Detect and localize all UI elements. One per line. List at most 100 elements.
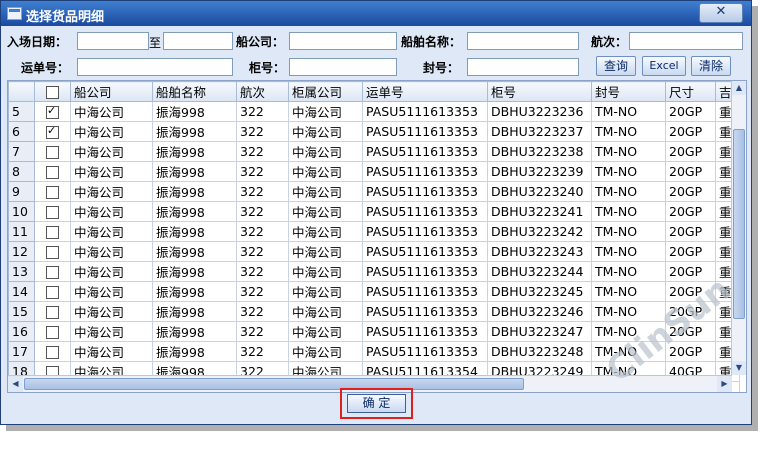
- query-button[interactable]: 查询: [596, 56, 636, 76]
- row-checkbox[interactable]: [46, 346, 59, 359]
- row-select-cell[interactable]: [34, 181, 71, 202]
- seal-cell: TM-NO: [591, 161, 666, 182]
- seal-cell: TM-NO: [591, 241, 666, 262]
- row-select-cell[interactable]: [34, 241, 71, 262]
- owner-company-cell: 中海公司: [288, 341, 363, 362]
- scroll-up-icon[interactable]: ▲: [732, 81, 746, 95]
- row-checkbox[interactable]: [46, 124, 59, 139]
- ship-name-cell: 振海998: [152, 161, 237, 182]
- ship-company-input[interactable]: [289, 32, 397, 50]
- ship-name-input[interactable]: [467, 32, 579, 50]
- voyage-cell: 322: [236, 181, 289, 202]
- seal-cell: TM-NO: [591, 181, 666, 202]
- table-row[interactable]: 6中海公司振海998322中海公司PASU5111613353DBHU32232…: [8, 121, 740, 142]
- date-to-input[interactable]: [163, 32, 233, 50]
- voyage-cell: 322: [236, 301, 289, 322]
- container-cell: DBHU3223245: [487, 281, 592, 302]
- table-row[interactable]: 8 中海公司 振海998 322 中海公司 PASU5111613353 DBHU32232…: [8, 161, 740, 182]
- seal-input[interactable]: [467, 58, 579, 76]
- container-input[interactable]: [289, 58, 397, 76]
- table-row[interactable]: 14 中海公司 振海998 322 中海公司 PASU5111613353 DBHU3223…: [8, 281, 740, 302]
- table-row[interactable]: 10 中海公司 振海998 322 中海公司 PASU5111613353 DBHU3223…: [8, 201, 740, 222]
- row-checkbox[interactable]: [46, 146, 59, 159]
- row-checkbox[interactable]: [46, 266, 59, 279]
- size-cell: 20GP: [665, 181, 716, 202]
- ship-name-cell: 振海998: [152, 321, 237, 342]
- container-cell: DBHU3223237: [487, 121, 592, 142]
- row-select-cell[interactable]: [34, 341, 71, 362]
- row-select-cell[interactable]: [34, 281, 71, 302]
- ship-company-cell: 中海公司: [70, 281, 153, 302]
- close-button[interactable]: ✕: [699, 3, 743, 23]
- col-ship-name[interactable]: 船舶名称: [152, 81, 237, 102]
- col-ship-company[interactable]: 船公司: [70, 81, 153, 102]
- ship-name-cell: 振海998: [152, 341, 237, 362]
- window-icon: [7, 7, 22, 20]
- container-cell: DBHU3223244: [487, 261, 592, 282]
- row-checkbox[interactable]: [46, 166, 59, 179]
- voyage-cell: 322: [236, 321, 289, 342]
- waybill-label: 运单号：: [21, 61, 70, 75]
- row-number: 7: [8, 141, 35, 162]
- row-checkbox[interactable]: [46, 186, 59, 199]
- table-row[interactable]: 5中海公司振海998322中海公司PASU5111613353DBHU32232…: [8, 101, 740, 122]
- row-number: 15: [8, 301, 35, 322]
- seal-cell: TM-NO: [591, 141, 666, 162]
- row-select-cell[interactable]: [34, 321, 71, 342]
- row-checkbox[interactable]: [46, 326, 59, 339]
- row-select-cell[interactable]: [34, 141, 71, 162]
- waybill-cell: PASU5111613353: [362, 341, 488, 362]
- row-select-cell[interactable]: [34, 301, 71, 322]
- owner-company-cell: 中海公司: [288, 101, 363, 122]
- row-select-cell[interactable]: [34, 161, 71, 182]
- container-cell: DBHU3223247: [487, 321, 592, 342]
- table-row[interactable]: 12 中海公司 振海998 322 中海公司 PASU5111613353 DBHU3223…: [8, 241, 740, 262]
- seal-cell: TM-NO: [591, 261, 666, 282]
- voyage-input[interactable]: [629, 32, 743, 50]
- size-cell: 20GP: [665, 101, 716, 122]
- ok-button[interactable]: 确 定: [347, 394, 406, 413]
- seal-label: 封号：: [423, 61, 460, 75]
- table-row[interactable]: 11 中海公司 振海998 322 中海公司 PASU5111613353 DBHU3223…: [8, 221, 740, 242]
- ship-company-label: 船公司：: [236, 35, 285, 49]
- row-select-cell[interactable]: [34, 121, 71, 142]
- row-select-cell[interactable]: [34, 221, 71, 242]
- scroll-left-icon[interactable]: ◀: [8, 376, 23, 392]
- row-select-cell[interactable]: [34, 101, 71, 122]
- horizontal-scroll-thumb[interactable]: [24, 378, 524, 390]
- row-checkbox[interactable]: [46, 226, 59, 239]
- row-select-cell[interactable]: [34, 201, 71, 222]
- row-number: 9: [8, 181, 35, 202]
- col-seal[interactable]: 封号: [591, 81, 666, 102]
- owner-company-cell: 中海公司: [288, 301, 363, 322]
- table-row[interactable]: 9 中海公司 振海998 322 中海公司 PASU5111613353 DBHU32232…: [8, 181, 740, 202]
- clear-button[interactable]: 清除: [691, 56, 731, 76]
- row-checkbox[interactable]: [46, 206, 59, 219]
- table-row[interactable]: 13 中海公司 振海998 322 中海公司 PASU5111613353 DBHU3223…: [8, 261, 740, 282]
- table-row[interactable]: 15 中海公司 振海998 322 中海公司 PASU5111613353 DBHU3223…: [8, 301, 740, 322]
- row-number: 12: [8, 241, 35, 262]
- owner-company-cell: 中海公司: [288, 321, 363, 342]
- col-waybill[interactable]: 运单号: [362, 81, 488, 102]
- date-from-input[interactable]: [77, 32, 149, 50]
- row-select-cell[interactable]: [34, 261, 71, 282]
- col-voyage[interactable]: 航次: [236, 81, 289, 102]
- row-number: 17: [8, 341, 35, 362]
- col-owner-company[interactable]: 柜属公司: [288, 81, 363, 102]
- ship-company-cell: 中海公司: [70, 101, 153, 122]
- col-size[interactable]: 尺寸: [665, 81, 716, 102]
- table-row[interactable]: 7 中海公司 振海998 322 中海公司 PASU5111613353 DBHU32232…: [8, 141, 740, 162]
- excel-button[interactable]: Excel: [642, 56, 686, 76]
- col-container[interactable]: 柜号: [487, 81, 592, 102]
- waybill-input[interactable]: [77, 58, 233, 76]
- select-all-checkbox[interactable]: [46, 86, 59, 99]
- row-checkbox[interactable]: [46, 306, 59, 319]
- container-cell: DBHU3223242: [487, 221, 592, 242]
- voyage-cell: 322: [236, 141, 289, 162]
- row-checkbox[interactable]: [46, 104, 59, 119]
- select-all-header[interactable]: [34, 81, 71, 102]
- ship-company-cell: 中海公司: [70, 301, 153, 322]
- row-checkbox[interactable]: [46, 246, 59, 259]
- row-checkbox[interactable]: [46, 286, 59, 299]
- ship-company-cell: 中海公司: [70, 321, 153, 342]
